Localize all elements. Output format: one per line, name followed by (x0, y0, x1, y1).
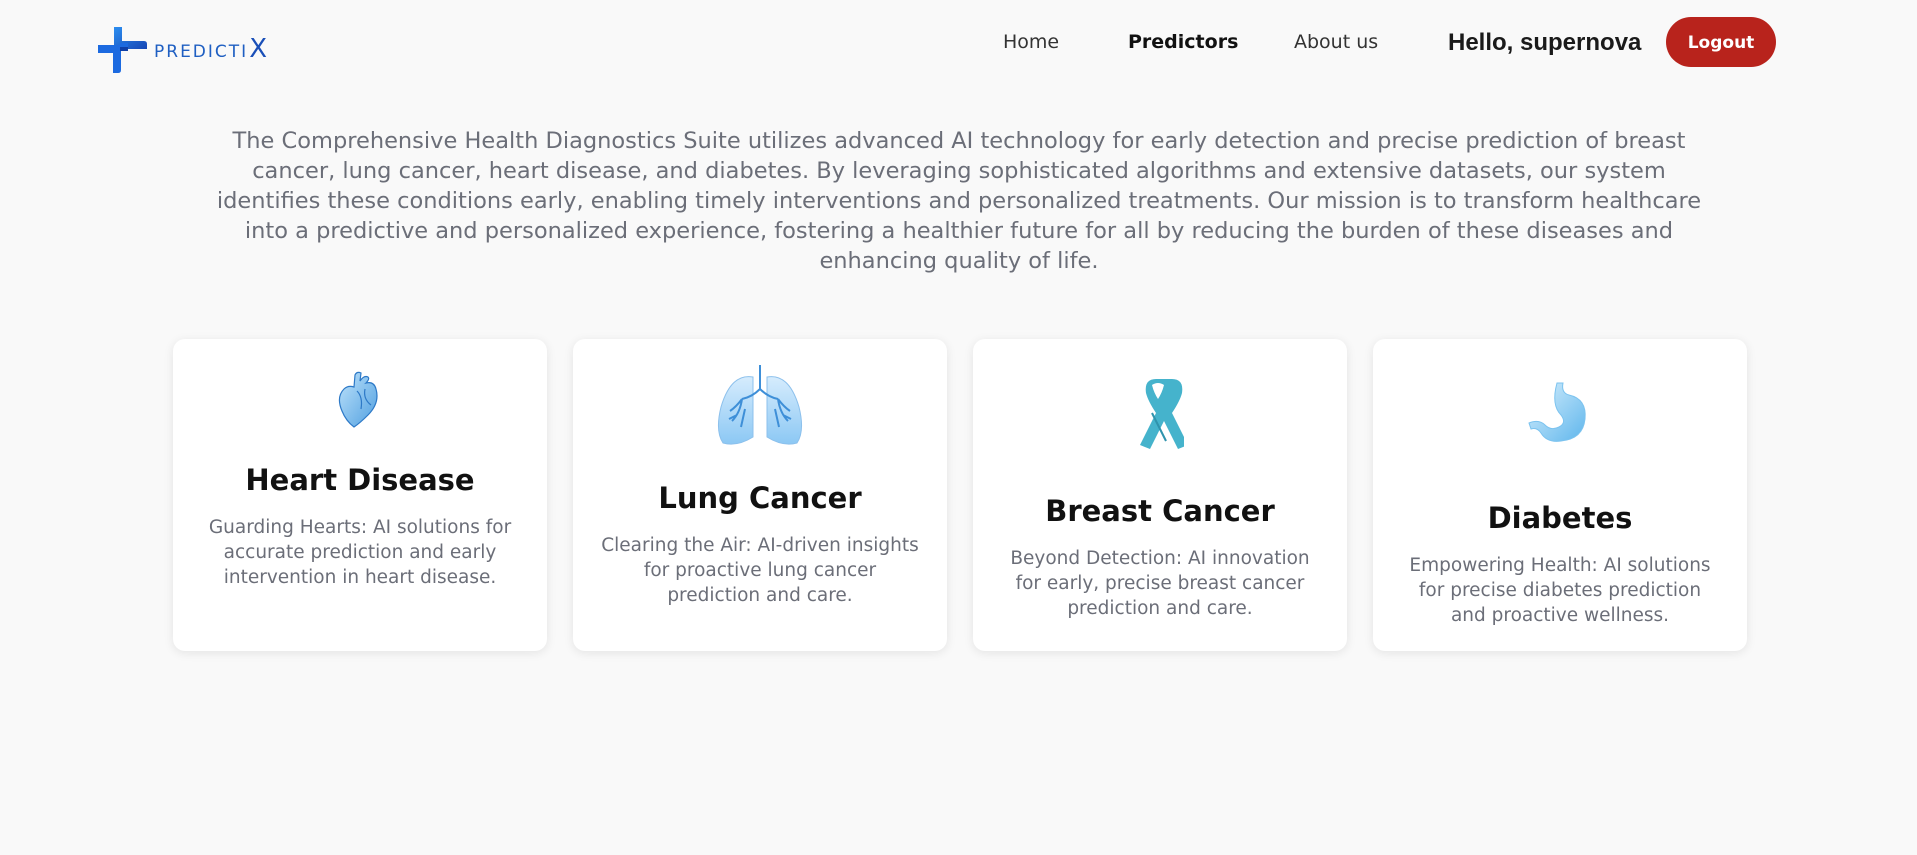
brand-name-tail: X (249, 34, 267, 64)
top-navbar: PREDICTIX Home Predictors About us Hello… (0, 0, 1917, 86)
medical-cross-logo-icon (98, 27, 147, 73)
card-description: Guarding Hearts: AI solutions for accura… (208, 517, 512, 588)
stomach-icon (1373, 381, 1747, 445)
card-description: Clearing the Air: AI-driven insights for… (601, 535, 919, 606)
card-diabetes[interactable]: Diabetes Empowering Health: AI solutions… (1373, 339, 1747, 651)
nav-about-link[interactable]: About us (1294, 31, 1378, 53)
heart-icon (173, 369, 547, 429)
card-breast-cancer[interactable]: Breast Cancer Beyond Detection: AI innov… (973, 339, 1347, 651)
lungs-icon (573, 365, 947, 447)
card-description: Beyond Detection: AI innovation for earl… (1010, 548, 1310, 619)
ribbon-icon (973, 375, 1347, 451)
card-title: Breast Cancer (1045, 494, 1275, 528)
card-description: Empowering Health: AI solutions for prec… (1409, 555, 1711, 626)
brand-name: PREDICTIX (154, 34, 267, 64)
user-greeting: Hello, supernova (1448, 29, 1642, 56)
nav-home-link[interactable]: Home (1003, 31, 1059, 53)
brand-name-main: PREDICTI (154, 42, 249, 62)
brand-logo[interactable]: PREDICTIX (98, 25, 267, 73)
card-title: Diabetes (1487, 501, 1633, 535)
card-title: Heart Disease (245, 463, 475, 497)
intro-paragraph: The Comprehensive Health Diagnostics Sui… (216, 128, 1702, 274)
logout-button[interactable]: Logout (1666, 17, 1776, 67)
card-heart-disease[interactable]: Heart Disease Guarding Hearts: AI soluti… (173, 339, 547, 651)
nav-predictors-link[interactable]: Predictors (1128, 31, 1238, 53)
card-lung-cancer[interactable]: Lung Cancer Clearing the Air: AI-driven … (573, 339, 947, 651)
card-title: Lung Cancer (658, 481, 862, 515)
